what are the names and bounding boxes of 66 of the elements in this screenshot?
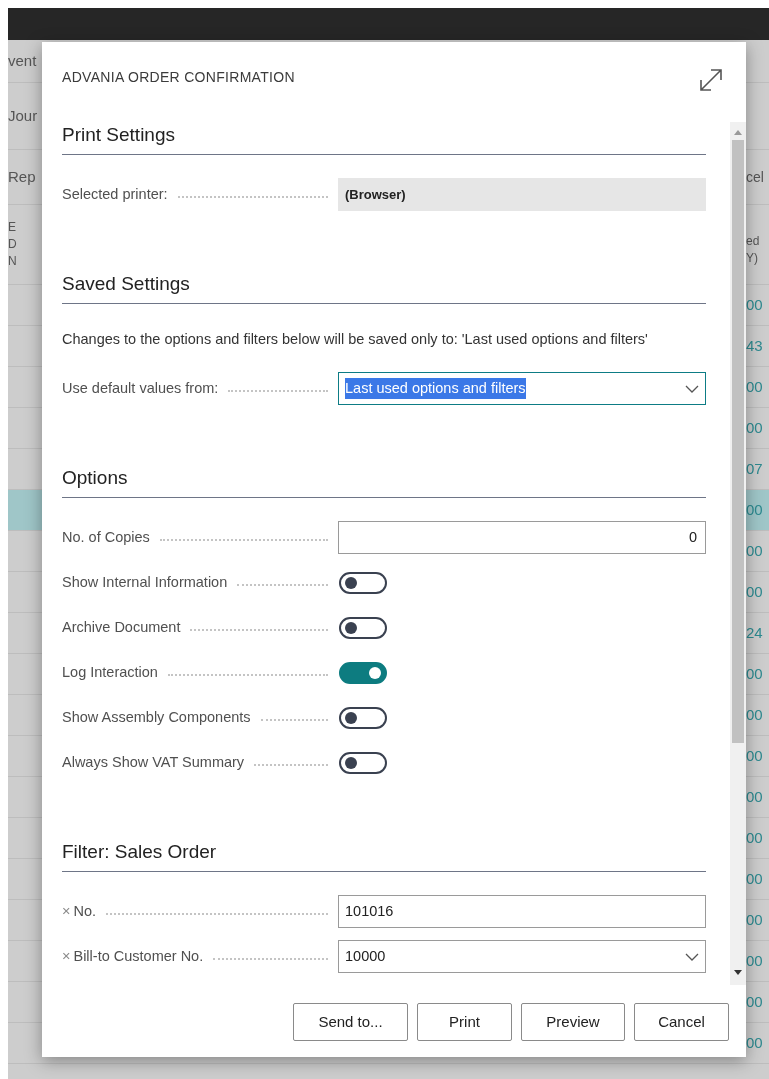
field-label: Archive Document [62,617,181,637]
table-cell-text: 00 [746,417,764,438]
toggle-switch[interactable] [339,616,387,639]
section-heading: Options [62,465,706,498]
input-field[interactable]: 0 [338,521,706,554]
table-cell-text: 00 [746,581,764,602]
field-label: Always Show VAT Summary [62,752,245,772]
table-cell-text: 00 [746,499,764,520]
expand-icon[interactable] [698,67,724,93]
dropdown-field[interactable]: 10000 [338,940,706,973]
table-cell-text: 00 [746,376,764,397]
field-label: Show Internal Information [62,572,228,592]
printer-field: (Browser) [338,178,706,211]
table-cell-text: 00 [746,868,764,889]
table-cell-text: 07 [746,458,764,479]
dialog-button[interactable]: Print [417,1003,512,1041]
table-cell-text: 43 [746,335,764,356]
column-header: D [8,236,18,253]
field-label: Use default values from: [62,378,219,398]
table-cell-text: 00 [746,663,764,684]
scroll-thumb[interactable] [732,140,744,743]
scrollbar[interactable] [730,122,746,985]
tab-label: Jour [8,105,39,126]
toggle-switch[interactable] [339,571,387,594]
input-field[interactable]: 101016 [338,895,706,928]
field-label: Show Assembly Components [62,707,251,727]
chevron-down-icon [685,952,699,961]
table-cell-text: 00 [746,786,764,807]
section-heading: Saved Settings [62,271,706,304]
section-heading: Print Settings [62,122,706,155]
section-heading: Filter: Sales Order [62,839,706,872]
table-cell-text: 24 [746,622,764,643]
tab-label: vent [8,50,38,71]
table-cell-text: 00 [746,950,764,971]
tab-label: Rep [8,166,37,187]
table-cell-text: 00 [746,294,764,315]
table-cell-text: 00 [746,909,764,930]
chevron-down-icon [685,384,699,393]
field-label: No. [73,901,97,921]
column-header: N [8,253,18,270]
column-header: Y) [746,249,759,267]
button-label: cel [746,167,765,187]
dialog-title: ADVANIA ORDER CONFIRMATION [62,68,295,87]
table-cell-text: 00 [746,827,764,848]
column-header: E [8,219,17,236]
toggle-switch[interactable] [339,706,387,729]
remove-filter-button[interactable]: × [62,945,71,968]
scroll-down-icon[interactable] [733,969,743,977]
table-cell-text: 00 [746,704,764,725]
dialog-button[interactable]: Cancel [634,1003,729,1041]
remove-filter-button[interactable]: × [62,900,71,923]
field-label: Log Interaction [62,662,158,682]
table-cell-text: 00 [746,745,764,766]
field-label: No. of Copies [62,527,150,547]
toggle-switch[interactable] [339,661,387,684]
toggle-switch[interactable] [339,751,387,774]
dialog-button[interactable]: Send to... [293,1003,408,1041]
column-header: ed [746,232,761,250]
dropdown-field[interactable]: Last used options and filters [338,372,706,405]
note-text: Changes to the options and filters below will be saved only to: 'Last used options and filters' [62,330,649,349]
dialog-button[interactable]: Preview [521,1003,625,1041]
table-cell-text: 00 [746,540,764,561]
field-label: Bill-to Customer No. [73,946,204,966]
field-label: Selected printer: [62,184,168,204]
table-cell-text: 00 [746,991,764,1012]
table-cell-text: 00 [746,1032,764,1053]
